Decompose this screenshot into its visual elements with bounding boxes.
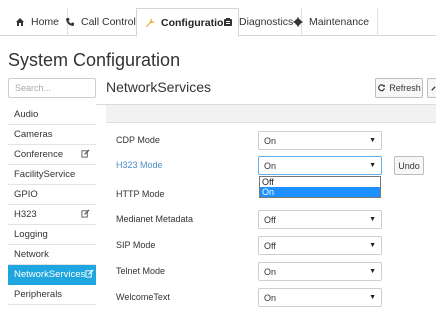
sidebar-item-label: NetworkServices [14, 269, 86, 280]
overflow-button[interactable] [427, 78, 436, 98]
welcometext-select[interactable]: On ▼ [258, 288, 382, 307]
caret-down-icon: ▼ [369, 137, 376, 144]
sidebar-item-peripherals[interactable]: Peripherals [8, 285, 96, 305]
setting-row-welcometext: WelcomeText On ▼ [106, 288, 436, 310]
sidebar-item-label: Peripherals [14, 289, 63, 300]
sidebar-item-label: Logging [14, 229, 48, 240]
tab-label: Call Control [81, 16, 136, 28]
setting-label: H323 Mode [116, 160, 163, 170]
gear-icon [293, 17, 303, 27]
tab-call-control[interactable]: Call Control [56, 8, 145, 36]
page-title: System Configuration [8, 50, 181, 70]
wrench-icon [145, 18, 155, 28]
search-input[interactable] [8, 78, 96, 98]
undo-label: Undo [398, 160, 420, 171]
tab-label: Maintenance [309, 16, 370, 28]
setting-row-cdp-mode: CDP Mode On ▼ [106, 131, 436, 153]
select-value: Off [264, 214, 276, 225]
edit-icon [81, 148, 90, 161]
h323-mode-dropdown: Off On [259, 176, 381, 198]
sidebar-item-logging[interactable]: Logging [8, 225, 96, 245]
sidebar-item-label: Cameras [14, 129, 53, 140]
caret-down-icon: ▼ [369, 242, 376, 249]
sidebar-item-networkservices[interactable]: NetworkServices [8, 265, 96, 285]
sidebar-item-h323[interactable]: H323 [8, 205, 96, 225]
medianet-metadata-select[interactable]: Off ▼ [258, 210, 382, 229]
tab-label: Home [31, 16, 60, 28]
sidebar: Audio Cameras Conference FacilityService… [8, 105, 96, 305]
refresh-button[interactable]: Refresh [375, 78, 423, 98]
setting-row-telnet-mode: Telnet Mode On ▼ [106, 262, 436, 284]
sidebar-item-label: GPIO [14, 189, 38, 200]
telnet-mode-select[interactable]: On ▼ [258, 262, 382, 281]
sidebar-item-audio[interactable]: Audio [8, 105, 96, 125]
diagnostics-icon [223, 17, 233, 27]
h323-mode-select[interactable]: On ▼ [258, 156, 382, 175]
sidebar-item-network[interactable]: Network [8, 245, 96, 265]
sidebar-item-gpio[interactable]: GPIO [8, 185, 96, 205]
edit-icon [81, 208, 90, 221]
refresh-label: Refresh [389, 83, 421, 93]
sidebar-item-label: Network [14, 249, 49, 260]
setting-row-sip-mode: SIP Mode Off ▼ [106, 236, 436, 258]
tab-maintenance[interactable]: Maintenance [284, 8, 379, 36]
sidebar-item-label: Audio [14, 109, 39, 120]
setting-label: SIP Mode [116, 240, 156, 250]
select-value: Off [264, 240, 276, 251]
setting-row-medianet-metadata: Medianet Metadata Off ▼ [106, 210, 436, 232]
dropdown-option-on[interactable]: On [260, 187, 380, 197]
sip-mode-select[interactable]: Off ▼ [258, 236, 382, 255]
sidebar-item-facilityservice[interactable]: FacilityService [8, 165, 96, 185]
phone-icon [65, 17, 75, 27]
caret-down-icon: ▼ [369, 216, 376, 223]
sidebar-item-label: FacilityService [14, 169, 76, 180]
top-tab-bar: Home Call Control Configuration Diagnost… [0, 0, 436, 37]
caret-down-icon: ▼ [369, 268, 376, 275]
sidebar-item-cameras[interactable]: Cameras [8, 125, 96, 145]
panel-header [106, 105, 436, 123]
setting-label: HTTP Mode [116, 189, 165, 199]
select-value: On [264, 160, 277, 171]
refresh-icon [377, 83, 386, 94]
home-icon [15, 17, 25, 27]
wrench-icon [431, 84, 436, 93]
sidebar-item-conference[interactable]: Conference [8, 145, 96, 165]
select-value: On [264, 292, 277, 303]
setting-label: Medianet Metadata [116, 214, 194, 224]
select-value: On [264, 266, 277, 277]
undo-button[interactable]: Undo [394, 156, 424, 175]
section-title: NetworkServices [106, 79, 212, 95]
setting-row-h323-mode: H323 Mode On ▼ Undo [106, 156, 436, 178]
caret-down-icon: ▼ [369, 162, 376, 169]
setting-label: Telnet Mode [116, 266, 166, 276]
dropdown-option-off[interactable]: Off [260, 177, 380, 187]
setting-label: WelcomeText [116, 292, 170, 302]
sidebar-item-label: H323 [14, 209, 37, 220]
edit-icon [85, 268, 94, 281]
setting-label: CDP Mode [116, 135, 160, 145]
cdp-mode-select[interactable]: On ▼ [258, 131, 382, 150]
caret-down-icon: ▼ [369, 294, 376, 301]
select-value: On [264, 135, 277, 146]
sidebar-item-label: Conference [14, 149, 64, 160]
